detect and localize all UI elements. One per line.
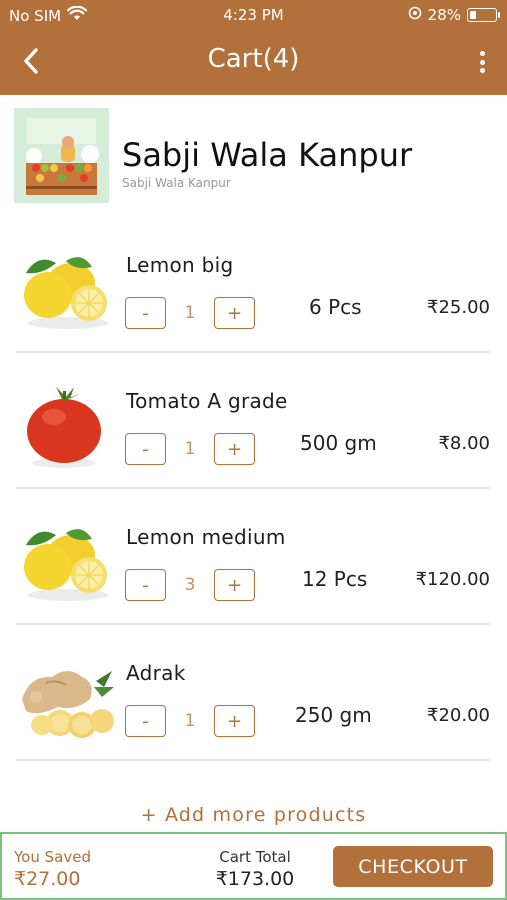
store-name: Sabji Wala Kanpur	[122, 136, 413, 174]
item-price: ₹8.00	[438, 433, 490, 454]
saved-label: You Saved	[14, 848, 91, 866]
item-unit: 250 gm	[295, 703, 372, 727]
add-more-products-link[interactable]: + Add more products	[0, 804, 507, 826]
lemon-image	[16, 245, 116, 335]
item-unit: 12 Pcs	[302, 567, 368, 591]
lemon-image	[16, 517, 116, 607]
cart-item: Tomato A grade - 1 + 500 gm ₹8.00	[16, 369, 490, 489]
status-right: 28%	[408, 6, 500, 24]
increase-quantity-button[interactable]: +	[214, 705, 255, 737]
item-unit: 6 Pcs	[309, 295, 362, 319]
page-title: Cart(4)	[207, 44, 300, 74]
increase-quantity-button[interactable]: +	[214, 433, 255, 465]
saved-amount: ₹27.00	[14, 868, 81, 890]
increase-quantity-button[interactable]: +	[214, 569, 255, 601]
orientation-lock-icon	[408, 6, 422, 24]
checkout-button[interactable]: CHECKOUT	[333, 846, 493, 887]
ginger-image	[16, 653, 116, 743]
more-dot-icon	[479, 51, 485, 56]
more-dot-icon	[479, 68, 485, 73]
decrease-quantity-button[interactable]: -	[125, 297, 166, 329]
app-header: No SIM 4:23 PM 28% Cart(4)	[0, 0, 507, 95]
cart-total-amount: ₹173.00	[215, 868, 295, 890]
more-options-button[interactable]	[473, 48, 491, 76]
cart-summary-bar: You Saved ₹27.00 Cart Total ₹173.00 CHEC…	[0, 832, 507, 900]
item-price: ₹25.00	[427, 297, 490, 318]
status-bar: No SIM 4:23 PM 28%	[0, 0, 507, 30]
item-price: ₹20.00	[427, 705, 490, 726]
battery-level	[470, 11, 476, 19]
quantity-value: 3	[184, 575, 196, 595]
cart-item: Lemon medium - 3 + 12 Pcs ₹120.00	[16, 505, 490, 625]
quantity-stepper: - 1 +	[125, 433, 255, 465]
quantity-stepper: - 1 +	[125, 705, 255, 737]
store-logo	[14, 108, 109, 203]
cart-item: Adrak - 1 + 250 gm ₹20.00	[16, 641, 490, 761]
cart-item: Lemon big - 1 + 6 Pcs ₹25.00	[16, 233, 490, 353]
decrease-quantity-button[interactable]: -	[125, 705, 166, 737]
item-name: Tomato A grade	[126, 389, 288, 413]
tomato-image	[16, 381, 116, 471]
more-dot-icon	[479, 59, 485, 65]
increase-quantity-button[interactable]: +	[214, 297, 255, 329]
item-name: Adrak	[126, 661, 186, 685]
item-price: ₹120.00	[415, 569, 490, 590]
decrease-quantity-button[interactable]: -	[125, 569, 166, 601]
battery-icon	[467, 8, 500, 22]
item-unit: 500 gm	[300, 431, 377, 455]
store-subtitle: Sabji Wala Kanpur	[122, 176, 231, 190]
quantity-value: 1	[184, 711, 196, 731]
item-name: Lemon big	[126, 253, 234, 277]
quantity-value: 1	[184, 439, 196, 459]
cart-total-label: Cart Total	[219, 848, 291, 866]
store-info: Sabji Wala Kanpur Sabji Wala Kanpur	[14, 108, 493, 204]
item-name: Lemon medium	[126, 525, 286, 549]
battery-percent: 28%	[427, 6, 461, 24]
quantity-value: 1	[184, 303, 196, 323]
decrease-quantity-button[interactable]: -	[125, 433, 166, 465]
quantity-stepper: - 3 +	[125, 569, 255, 601]
quantity-stepper: - 1 +	[125, 297, 255, 329]
